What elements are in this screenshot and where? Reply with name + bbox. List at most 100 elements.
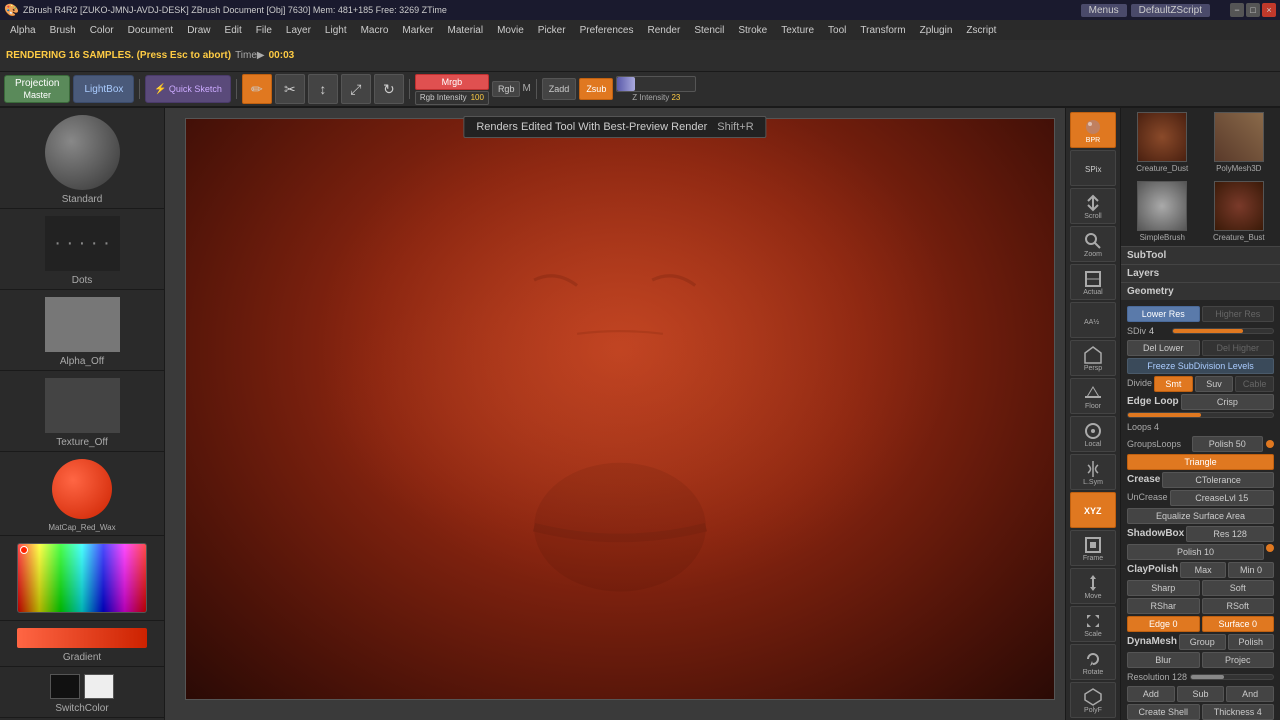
thumb-polymesh[interactable]: PolyMesh3D	[1202, 112, 1277, 173]
viewport-canvas[interactable]	[185, 118, 1055, 700]
menu-edit[interactable]: Edit	[219, 24, 248, 37]
menu-stencil[interactable]: Stencil	[688, 24, 730, 37]
switch-color-item[interactable]: SwitchColor	[0, 667, 164, 718]
ctolerance-button[interactable]: CTolerance	[1162, 472, 1274, 488]
menu-marker[interactable]: Marker	[396, 24, 439, 37]
nav-scroll[interactable]: Scroll	[1070, 188, 1116, 224]
nav-xyz[interactable]: XYZ	[1070, 492, 1116, 528]
quick-sketch-button[interactable]: ⚡ Quick Sketch	[145, 75, 230, 103]
menu-picker[interactable]: Picker	[532, 24, 572, 37]
edit-mode-button[interactable]: ✂	[275, 74, 305, 104]
nav-frame[interactable]: Frame	[1070, 530, 1116, 566]
edge-loop-slider[interactable]	[1127, 412, 1274, 418]
rgb-intensity-bar[interactable]: Rgb Intensity 100	[415, 91, 489, 105]
texture-item[interactable]: Texture_Off	[0, 371, 164, 452]
standard-material-item[interactable]: Standard	[0, 108, 164, 209]
menu-texture[interactable]: Texture	[775, 24, 820, 37]
del-lower-button[interactable]: Del Lower	[1127, 340, 1200, 356]
nav-persp[interactable]: Persp	[1070, 340, 1116, 376]
black-swatch[interactable]	[50, 674, 80, 699]
nav-local[interactable]: Local	[1070, 416, 1116, 452]
menu-file[interactable]: File	[250, 24, 278, 37]
close-button[interactable]: ×	[1262, 3, 1276, 17]
projection-master-button[interactable]: Projection Master	[4, 75, 70, 103]
script-btn[interactable]: DefaultZScript	[1131, 4, 1210, 17]
sharp-button[interactable]: Sharp	[1127, 580, 1200, 596]
menu-macro[interactable]: Macro	[355, 24, 395, 37]
subtool-header[interactable]: SubTool	[1121, 246, 1280, 264]
menu-light[interactable]: Light	[319, 24, 353, 37]
menu-alpha[interactable]: Alpha	[4, 24, 42, 37]
crease-lvl-button[interactable]: CreaseLvl 15	[1170, 490, 1274, 506]
surface-button[interactable]: Surface 0	[1202, 616, 1275, 632]
polish-btn2[interactable]: Polish	[1228, 634, 1275, 650]
color-picker[interactable]	[17, 543, 147, 613]
sub-button[interactable]: Sub	[1177, 686, 1225, 702]
nav-actual[interactable]: Actual	[1070, 264, 1116, 300]
soft-button[interactable]: Soft	[1202, 580, 1275, 596]
nav-scale[interactable]: Scale	[1070, 606, 1116, 642]
thumb-creature2[interactable]: Creature_Bust	[1202, 181, 1277, 242]
menu-movie[interactable]: Movie	[491, 24, 530, 37]
projec-button[interactable]: Projec	[1202, 652, 1275, 668]
white-swatch[interactable]	[84, 674, 114, 699]
create-shell-button[interactable]: Create Shell	[1127, 704, 1200, 720]
thickness-button[interactable]: Thickness 4	[1202, 704, 1275, 720]
menu-zplugin[interactable]: Zplugin	[914, 24, 959, 37]
menu-tool[interactable]: Tool	[822, 24, 852, 37]
menus-btn[interactable]: Menus	[1081, 4, 1127, 17]
del-higher-button[interactable]: Del Higher	[1202, 340, 1275, 356]
lightbox-button[interactable]: LightBox	[73, 75, 134, 103]
add-button[interactable]: Add	[1127, 686, 1175, 702]
res-128-button[interactable]: Res 128	[1186, 526, 1274, 542]
rotate-mode-button[interactable]: ↻	[374, 74, 404, 104]
lower-res-button[interactable]: Lower Res	[1127, 306, 1200, 322]
resolution-slider[interactable]	[1190, 674, 1274, 680]
alpha-item[interactable]: Alpha_Off	[0, 290, 164, 371]
menu-brush[interactable]: Brush	[44, 24, 82, 37]
max-button[interactable]: Max	[1180, 562, 1226, 578]
rsoft-button[interactable]: RSoft	[1202, 598, 1275, 614]
nav-move[interactable]: Move	[1070, 568, 1116, 604]
nav-zoom[interactable]: Zoom	[1070, 226, 1116, 262]
minimize-button[interactable]: −	[1230, 3, 1244, 17]
nav-bpr[interactable]: BPR	[1070, 112, 1116, 148]
scale-mode-button[interactable]: ⤢	[341, 74, 371, 104]
layers-header[interactable]: Layers	[1121, 264, 1280, 282]
nav-spix[interactable]: SPix	[1070, 150, 1116, 186]
matcap-item[interactable]: MatCap_Red_Wax	[0, 452, 164, 536]
cable-button[interactable]: Cable	[1235, 376, 1274, 392]
thumb-creature1[interactable]: Creature_Dust	[1125, 112, 1200, 173]
equalize-button[interactable]: Equalize Surface Area	[1127, 508, 1274, 524]
and-button[interactable]: And	[1226, 686, 1274, 702]
menu-stroke[interactable]: Stroke	[732, 24, 773, 37]
menu-color[interactable]: Color	[84, 24, 120, 37]
sdiv-slider[interactable]	[1172, 328, 1274, 334]
gradient-item[interactable]: Gradient	[0, 621, 164, 667]
nav-aahalf[interactable]: AA½	[1070, 302, 1116, 338]
min-0-button[interactable]: Min 0	[1228, 562, 1274, 578]
dots-item[interactable]: · · · · · Dots	[0, 209, 164, 290]
color-picker-item[interactable]	[0, 536, 164, 621]
freeze-button[interactable]: Freeze SubDivision Levels	[1127, 358, 1274, 374]
menu-preferences[interactable]: Preferences	[574, 24, 640, 37]
menu-document[interactable]: Document	[122, 24, 180, 37]
suv-button[interactable]: Suv	[1195, 376, 1234, 392]
nav-polyf[interactable]: PolyF	[1070, 682, 1116, 718]
mrgb-button[interactable]: Mrgb	[415, 74, 489, 90]
higher-res-button[interactable]: Higher Res	[1202, 306, 1275, 322]
geometry-header[interactable]: Geometry	[1121, 282, 1280, 300]
nav-lsym[interactable]: L.Sym	[1070, 454, 1116, 490]
move-mode-button[interactable]: ↕	[308, 74, 338, 104]
group-button[interactable]: Group	[1179, 634, 1226, 650]
nav-floor[interactable]: Floor	[1070, 378, 1116, 414]
crisp-button[interactable]: Crisp	[1181, 394, 1274, 410]
menu-render[interactable]: Render	[642, 24, 687, 37]
rgb-button[interactable]: Rgb	[492, 81, 521, 97]
nav-rotate[interactable]: Rotate	[1070, 644, 1116, 680]
zsub-button[interactable]: Zsub	[579, 78, 613, 100]
draw-mode-button[interactable]: ✏	[242, 74, 272, 104]
menu-zscript[interactable]: Zscript	[960, 24, 1002, 37]
menu-draw[interactable]: Draw	[181, 24, 216, 37]
menu-transform[interactable]: Transform	[854, 24, 911, 37]
